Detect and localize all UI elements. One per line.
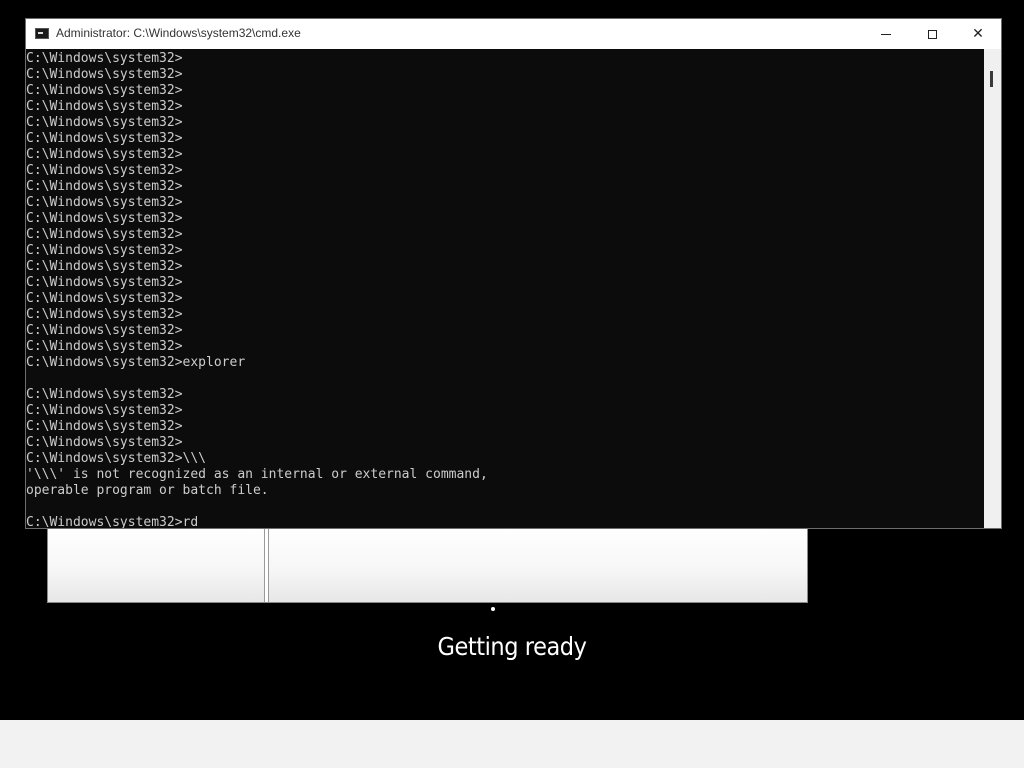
console-line: C:\Windows\system32> — [26, 67, 183, 82]
console-line: C:\Windows\system32> — [26, 291, 183, 306]
console-line: C:\Windows\system32>\\\ — [26, 451, 207, 466]
console-line: C:\Windows\system32> — [26, 435, 183, 450]
bottom-band — [0, 720, 1024, 768]
console-line: '\\\' is not recognized as an internal o… — [26, 467, 488, 482]
console-line: C:\Windows\system32>explorer — [26, 355, 246, 370]
cmd-icon — [35, 28, 49, 39]
console-line: C:\Windows\system32> — [26, 419, 183, 434]
console-line: C:\Windows\system32> — [26, 275, 183, 290]
minimize-icon — [881, 33, 891, 35]
console-line: C:\Windows\system32> — [26, 323, 183, 338]
setup-status-text: Getting ready — [437, 632, 587, 661]
console-line: C:\Windows\system32> — [26, 339, 183, 354]
console-line: C:\Windows\system32> — [26, 131, 183, 146]
background-window-left-pane — [48, 526, 265, 602]
console-line: C:\Windows\system32> — [26, 163, 183, 178]
window-title: Administrator: C:\Windows\system32\cmd.e… — [56, 26, 301, 40]
console-line: C:\Windows\system32> — [26, 307, 183, 322]
console-line: C:\Windows\system32> — [26, 211, 183, 226]
console-line: C:\Windows\system32> — [26, 115, 183, 130]
console-line: C:\Windows\system32> — [26, 195, 183, 210]
console-line: operable program or batch file. — [26, 483, 269, 498]
console-line: C:\Windows\system32> — [26, 387, 183, 402]
console-line: C:\Windows\system32> — [26, 99, 183, 114]
background-setup-window — [47, 525, 808, 603]
console-line: C:\Windows\system32> — [26, 259, 183, 274]
maximize-icon — [927, 29, 937, 39]
console-line: C:\Windows\system32> — [26, 83, 183, 98]
console-line: C:\Windows\system32>rd — [26, 515, 199, 528]
minimize-button[interactable] — [863, 19, 909, 49]
console-line: C:\Windows\system32> — [26, 179, 183, 194]
console-line: C:\Windows\system32> — [26, 227, 183, 242]
background-window-right-pane — [268, 526, 807, 602]
vertical-scrollbar[interactable] — [984, 49, 1001, 528]
console-line: C:\Windows\system32> — [26, 403, 183, 418]
console-output[interactable]: C:\Windows\system32> C:\Windows\system32>… — [26, 49, 985, 528]
scrollbar-thumb[interactable] — [990, 71, 993, 87]
console-line: C:\Windows\system32> — [26, 243, 183, 258]
close-button[interactable]: ✕ — [955, 19, 1001, 49]
maximize-button[interactable] — [909, 19, 955, 49]
console-line: C:\Windows\system32> — [26, 147, 183, 162]
title-bar[interactable]: Administrator: C:\Windows\system32\cmd.e… — [26, 19, 1001, 49]
command-prompt-window[interactable]: Administrator: C:\Windows\system32\cmd.e… — [25, 18, 1002, 529]
progress-spinner-dot — [491, 607, 495, 611]
close-icon: ✕ — [972, 26, 984, 42]
console-line: C:\Windows\system32> — [26, 51, 183, 66]
